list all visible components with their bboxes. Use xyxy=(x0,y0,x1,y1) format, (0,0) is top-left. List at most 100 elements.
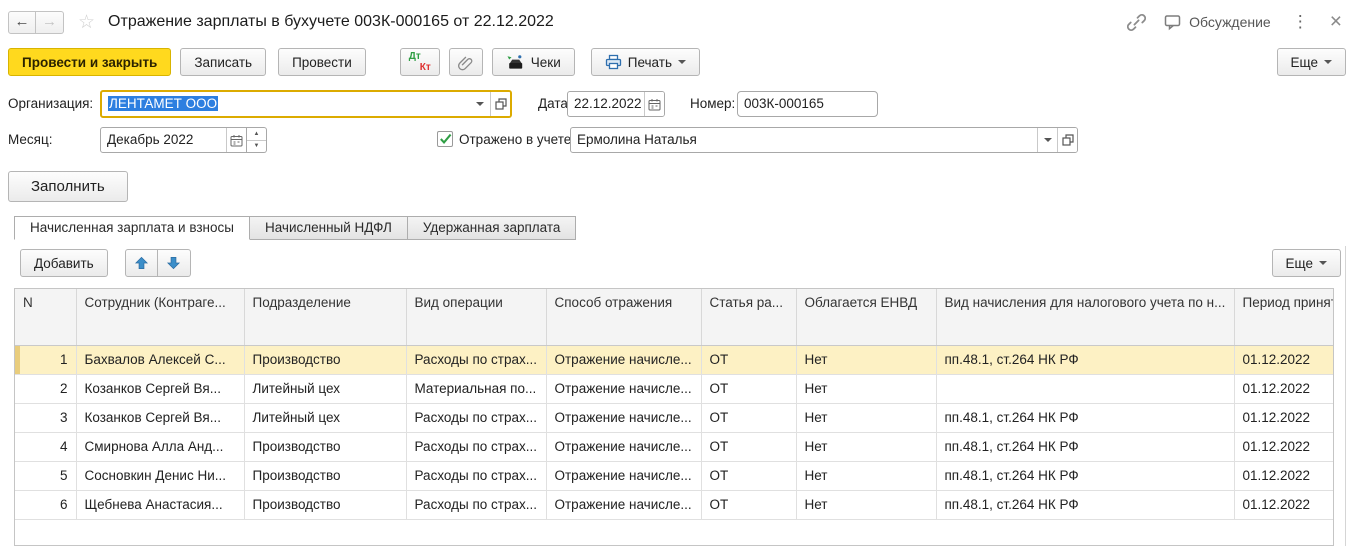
column-header[interactable]: Вид начисления для налогового учета по н… xyxy=(936,289,1234,345)
column-header[interactable]: Облагается ЕНВД xyxy=(796,289,936,345)
attachments-button[interactable] xyxy=(449,48,483,76)
accrual-type-cell[interactable]: пп.48.1, ст.264 НК РФ xyxy=(936,461,1234,490)
table-row[interactable]: 4 Смирнова Алла Анд... Производство Расх… xyxy=(15,432,1334,461)
month-input[interactable]: Декабрь 2022 xyxy=(100,127,247,153)
accrual-type-cell[interactable]: пп.48.1, ст.264 НК РФ xyxy=(936,345,1234,374)
employee-cell[interactable]: Сосновкин Денис Ни... xyxy=(76,461,244,490)
reflected-checkbox[interactable] xyxy=(437,131,453,147)
period-cell[interactable]: 01.12.2022 xyxy=(1234,403,1334,432)
department-cell[interactable]: Производство xyxy=(244,490,406,519)
envd-cell[interactable]: Нет xyxy=(796,432,936,461)
save-button[interactable]: Записать xyxy=(180,48,266,76)
accrual-type-cell[interactable]: пп.48.1, ст.264 НК РФ xyxy=(936,490,1234,519)
department-cell[interactable]: Производство xyxy=(244,432,406,461)
employee-cell[interactable]: Козанков Сергей Вя... xyxy=(76,403,244,432)
date-calendar-button[interactable] xyxy=(644,92,664,116)
operation-type-cell[interactable]: Расходы по страх... xyxy=(406,461,546,490)
department-cell[interactable]: Производство xyxy=(244,345,406,374)
number-input[interactable]: 003К-000165 xyxy=(737,91,878,117)
column-header[interactable]: Вид операции xyxy=(406,289,546,345)
forward-button[interactable]: → xyxy=(36,11,64,34)
operation-type-cell[interactable]: Расходы по страх... xyxy=(406,345,546,374)
reflected-open-button[interactable] xyxy=(1057,128,1077,152)
discussion-button[interactable]: Обсуждение xyxy=(1163,13,1271,31)
close-icon[interactable]: × xyxy=(1330,13,1342,31)
column-header[interactable]: Сотрудник (Контраге... xyxy=(76,289,244,345)
reflected-label[interactable]: Отражено в учете: xyxy=(459,127,575,153)
column-header[interactable]: Статья ра... xyxy=(701,289,796,345)
back-button[interactable]: ← xyxy=(8,11,36,34)
row-number-cell[interactable]: 4 xyxy=(15,432,76,461)
reflection-method-cell[interactable]: Отражение начисле... xyxy=(546,490,701,519)
employee-cell[interactable]: Козанков Сергей Вя... xyxy=(76,374,244,403)
expense-item-cell[interactable]: ОТ xyxy=(701,403,796,432)
reflection-method-cell[interactable]: Отражение начисле... xyxy=(546,432,701,461)
envd-cell[interactable]: Нет xyxy=(796,403,936,432)
organization-input[interactable]: ЛЕНТАМЕТ ООО xyxy=(100,90,512,118)
column-header[interactable]: Подразделение xyxy=(244,289,406,345)
operation-type-cell[interactable]: Расходы по страх... xyxy=(406,403,546,432)
column-header[interactable]: N xyxy=(15,289,76,345)
row-number-cell[interactable]: 5 xyxy=(15,461,76,490)
fill-button[interactable]: Заполнить xyxy=(8,171,128,202)
organization-open-button[interactable] xyxy=(490,92,510,116)
operation-type-cell[interactable]: Расходы по страх... xyxy=(406,432,546,461)
checks-button[interactable]: Чеки xyxy=(492,48,575,76)
employee-cell[interactable]: Смирнова Алла Анд... xyxy=(76,432,244,461)
operation-type-cell[interactable]: Материальная по... xyxy=(406,374,546,403)
month-calendar-button[interactable] xyxy=(226,128,246,152)
expense-item-cell[interactable]: ОТ xyxy=(701,432,796,461)
link-icon[interactable] xyxy=(1127,13,1146,32)
expense-item-cell[interactable]: ОТ xyxy=(701,490,796,519)
spinner-up-icon[interactable]: ▲ xyxy=(247,128,266,141)
department-cell[interactable]: Литейный цех xyxy=(244,403,406,432)
more-menu-icon[interactable]: ⋮ xyxy=(1288,12,1313,32)
grid-more-button[interactable]: Еще xyxy=(1272,249,1341,277)
table-row[interactable]: 5 Сосновкин Денис Ни... Производство Рас… xyxy=(15,461,1334,490)
operation-type-cell[interactable]: Расходы по страх... xyxy=(406,490,546,519)
month-spinner[interactable]: ▲ ▼ xyxy=(247,127,267,153)
post-button[interactable]: Провести xyxy=(278,48,366,76)
accrual-type-cell[interactable]: пп.48.1, ст.264 НК РФ xyxy=(936,432,1234,461)
reflection-method-cell[interactable]: Отражение начисле... xyxy=(546,461,701,490)
favorite-star-icon[interactable]: ☆ xyxy=(78,11,95,34)
reflection-method-cell[interactable]: Отражение начисле... xyxy=(546,403,701,432)
envd-cell[interactable]: Нет xyxy=(796,461,936,490)
spinner-down-icon[interactable]: ▼ xyxy=(247,141,266,153)
accrual-type-cell[interactable] xyxy=(936,374,1234,403)
accrual-type-cell[interactable]: пп.48.1, ст.264 НК РФ xyxy=(936,403,1234,432)
reflection-method-cell[interactable]: Отражение начисле... xyxy=(546,374,701,403)
row-number-cell[interactable]: 3 xyxy=(15,403,76,432)
move-up-button[interactable] xyxy=(125,249,158,277)
envd-cell[interactable]: Нет xyxy=(796,345,936,374)
table-row[interactable]: 3 Козанков Сергей Вя... Литейный цех Рас… xyxy=(15,403,1334,432)
row-number-cell[interactable]: 6 xyxy=(15,490,76,519)
expense-item-cell[interactable]: ОТ xyxy=(701,461,796,490)
department-cell[interactable]: Производство xyxy=(244,461,406,490)
reflection-method-cell[interactable]: Отражение начисле... xyxy=(546,345,701,374)
column-header[interactable]: Период принят xyxy=(1234,289,1334,345)
reflected-dropdown-button[interactable] xyxy=(1037,128,1057,152)
employee-cell[interactable]: Щебнева Анастасия... xyxy=(76,490,244,519)
tab-withheld-salary[interactable]: Удержанная зарплата xyxy=(408,216,577,240)
period-cell[interactable]: 01.12.2022 xyxy=(1234,490,1334,519)
dtkt-button[interactable]: Дт Кт xyxy=(400,48,440,76)
tab-accrued-salary[interactable]: Начисленная зарплата и взносы xyxy=(14,216,250,240)
table-row[interactable]: 6 Щебнева Анастасия... Производство Расх… xyxy=(15,490,1334,519)
period-cell[interactable]: 01.12.2022 xyxy=(1234,374,1334,403)
post-and-close-button[interactable]: Провести и закрыть xyxy=(8,48,171,76)
date-input[interactable]: 22.12.2022 xyxy=(567,91,665,117)
period-cell[interactable]: 01.12.2022 xyxy=(1234,345,1334,374)
table-row[interactable]: 1 Бахвалов Алексей С... Производство Рас… xyxy=(15,345,1334,374)
department-cell[interactable]: Литейный цех xyxy=(244,374,406,403)
period-cell[interactable]: 01.12.2022 xyxy=(1234,432,1334,461)
row-number-cell[interactable]: 2 xyxy=(15,374,76,403)
reflected-input[interactable]: Ермолина Наталья xyxy=(570,127,1078,153)
toolbar-more-button[interactable]: Еще xyxy=(1277,48,1346,76)
expense-item-cell[interactable]: ОТ xyxy=(701,345,796,374)
tab-accrued-ndfl[interactable]: Начисленный НДФЛ xyxy=(250,216,408,240)
print-button[interactable]: Печать xyxy=(591,48,700,76)
column-header[interactable]: Способ отражения xyxy=(546,289,701,345)
period-cell[interactable]: 01.12.2022 xyxy=(1234,461,1334,490)
employee-cell[interactable]: Бахвалов Алексей С... xyxy=(76,345,244,374)
